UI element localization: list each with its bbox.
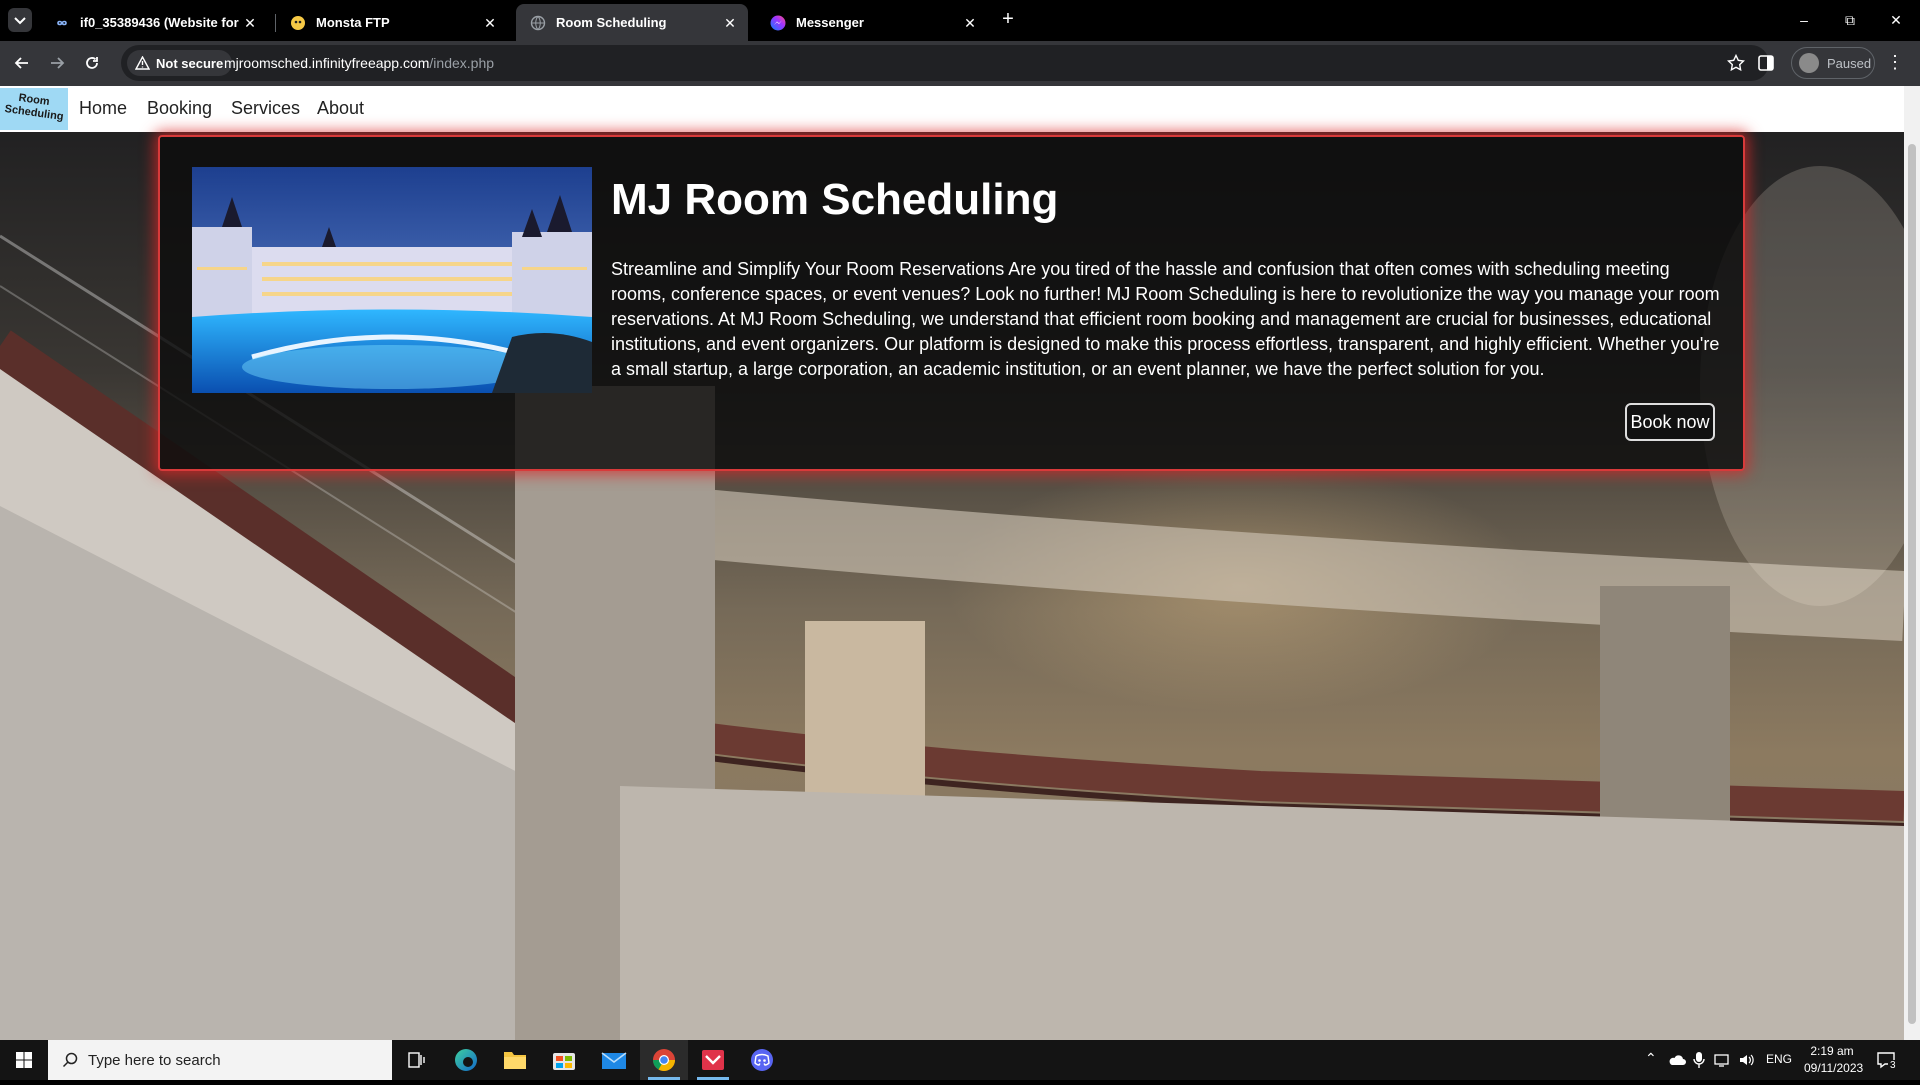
minimize-button[interactable]: – <box>1786 6 1822 34</box>
tab-messenger[interactable]: Messenger ✕ <box>756 4 988 41</box>
network-icon[interactable] <box>1714 1052 1732 1068</box>
nav-link-booking[interactable]: Booking <box>147 98 212 119</box>
hero-title: MJ Room Scheduling <box>611 175 1059 224</box>
window-close-button[interactable]: ✕ <box>1878 6 1914 34</box>
taskbar-search-box[interactable]: Type here to search <box>48 1040 392 1080</box>
warning-icon <box>135 56 150 70</box>
tab-search-button[interactable] <box>8 8 32 32</box>
tab-title: if0_35389436 (Website for mj <box>80 15 242 30</box>
chevron-down-icon <box>14 17 26 25</box>
address-bar[interactable]: Not secure mjroomsched.infinityfreeapp.c… <box>121 45 1769 81</box>
checkmark-app-icon <box>702 1050 724 1070</box>
monsta-icon <box>291 15 305 30</box>
taskbar-discord[interactable] <box>738 1040 786 1080</box>
hero-card: MJ Room Scheduling Streamline and Simpli… <box>158 135 1745 471</box>
url-text[interactable]: mjroomsched.infinityfreeapp.com/index.ph… <box>224 55 494 71</box>
url-host: mjroomsched.infinityfreeapp.com <box>224 55 430 71</box>
folder-icon <box>504 1052 526 1069</box>
profile-status: Paused <box>1827 55 1872 71</box>
taskbar-store[interactable] <box>540 1040 588 1080</box>
security-chip[interactable]: Not secure <box>127 50 233 76</box>
infinity-icon <box>57 20 67 25</box>
taskbar-mail[interactable] <box>590 1040 638 1080</box>
tab-room-scheduling[interactable]: Room Scheduling ✕ <box>516 4 748 41</box>
task-view-button[interactable] <box>392 1040 440 1080</box>
tab-title: Monsta FTP <box>316 15 390 30</box>
tab-title: Messenger <box>796 15 864 30</box>
nav-link-home[interactable]: Home <box>79 98 127 119</box>
back-button[interactable] <box>8 49 36 77</box>
reload-icon <box>86 57 98 69</box>
taskbar-edge[interactable] <box>442 1040 490 1080</box>
nav-link-about[interactable]: About <box>317 98 364 119</box>
discord-icon <box>751 1049 773 1071</box>
clock-date: 09/11/2023 <box>1804 1061 1864 1075</box>
search-icon <box>62 1052 78 1068</box>
new-tab-button[interactable]: + <box>996 8 1020 32</box>
web-page: Room Scheduling Home Booking Services Ab… <box>0 86 1920 1040</box>
taskbar-clock[interactable]: 2:19 am 09/11/2023 <box>1804 1043 1864 1077</box>
profile-button[interactable]: Paused <box>1791 47 1875 79</box>
side-panel-icon[interactable] <box>1757 54 1775 72</box>
chrome-icon <box>653 1049 675 1071</box>
forward-button[interactable] <box>43 49 71 77</box>
reload-button[interactable] <box>78 49 106 77</box>
store-icon <box>553 1053 575 1070</box>
arrow-left-icon <box>14 57 28 69</box>
search-placeholder: Type here to search <box>88 1052 221 1069</box>
close-icon[interactable]: ✕ <box>962 15 978 31</box>
bookmark-star-icon[interactable] <box>1727 54 1745 72</box>
microphone-icon[interactable] <box>1692 1051 1706 1069</box>
tab-infinity[interactable]: if0_35389436 (Website for mj ✕ <box>40 4 268 41</box>
book-now-button[interactable]: Book now <box>1625 403 1715 441</box>
taskbar-app-red[interactable] <box>689 1040 737 1080</box>
messenger-icon <box>770 15 786 30</box>
clock-time: 2:19 am <box>1810 1044 1854 1058</box>
notification-count-badge: 3 <box>1888 1060 1898 1071</box>
task-view-icon <box>408 1052 425 1068</box>
browser-toolbar: Not secure mjroomsched.infinityfreeapp.c… <box>0 41 1920 86</box>
taskbar-chrome[interactable] <box>640 1040 688 1080</box>
notification-center-button[interactable]: 3 <box>1874 1048 1908 1072</box>
globe-icon <box>530 15 546 30</box>
restore-button[interactable]: ⧉ <box>1832 6 1868 34</box>
volume-icon[interactable] <box>1738 1052 1756 1068</box>
site-navbar: Room Scheduling Home Booking Services Ab… <box>0 86 1904 132</box>
mail-icon <box>601 1052 627 1069</box>
avatar <box>1799 53 1819 73</box>
close-icon[interactable]: ✕ <box>482 15 498 31</box>
hotel-image <box>192 167 592 393</box>
browser-tab-strip: if0_35389436 (Website for mj ✕ Monsta FT… <box>0 0 1920 41</box>
windows-taskbar: Type here to search ⌃ ENG 2:19 am 09/11/… <box>0 1040 1920 1080</box>
close-icon[interactable]: ✕ <box>722 15 738 31</box>
scrollbar-thumb[interactable] <box>1908 144 1916 1024</box>
tab-title: Room Scheduling <box>556 15 667 30</box>
start-button[interactable] <box>0 1040 48 1080</box>
hotel-photo <box>192 167 592 393</box>
windows-logo-icon <box>16 1052 32 1068</box>
browser-menu-icon[interactable]: ⋮ <box>1886 53 1904 71</box>
onedrive-cloud-icon[interactable] <box>1668 1053 1686 1067</box>
taskbar-file-explorer[interactable] <box>491 1040 539 1080</box>
tab-monsta-ftp[interactable]: Monsta FTP ✕ <box>276 4 508 41</box>
page-scrollbar[interactable] <box>1904 86 1920 1040</box>
url-path: /index.php <box>429 55 495 71</box>
close-icon[interactable]: ✕ <box>242 15 258 31</box>
edge-icon <box>455 1049 477 1071</box>
nav-link-services[interactable]: Services <box>231 98 300 119</box>
input-language[interactable]: ENG <box>1766 1052 1792 1066</box>
hero-description: Streamline and Simplify Your Room Reserv… <box>611 259 1720 379</box>
site-logo[interactable]: Room Scheduling <box>0 88 68 130</box>
show-hidden-icons-chevron-up-icon[interactable]: ⌃ <box>1645 1050 1657 1067</box>
arrow-right-icon <box>51 57 65 69</box>
security-label: Not secure <box>156 55 224 71</box>
